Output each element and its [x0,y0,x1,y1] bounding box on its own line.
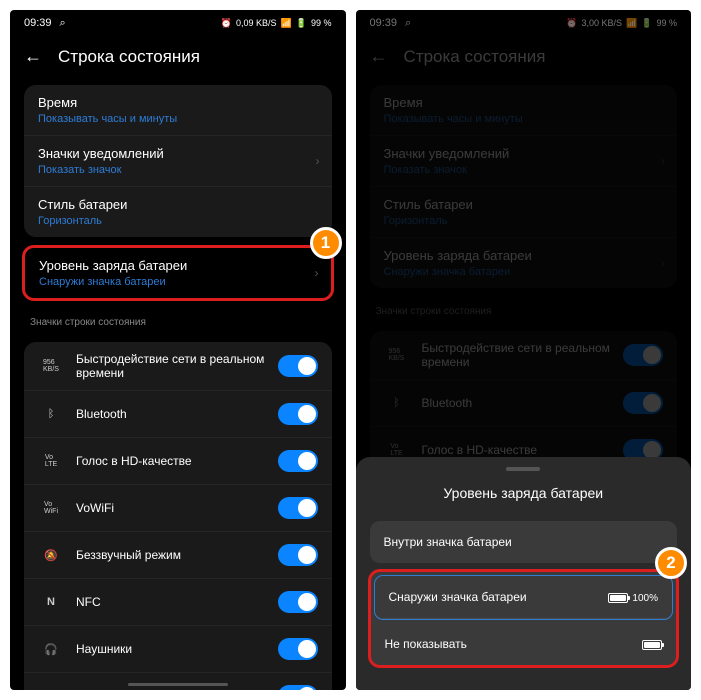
settings-card: Время Показывать часы и минуты Значки ув… [24,85,332,237]
alarm-icon: ⏰ [221,18,232,29]
section-label: Значки строки состояния [10,307,346,334]
toggle-switch[interactable] [278,638,318,660]
volte-icon: VoLTE [38,448,64,474]
toggle-switch[interactable] [278,497,318,519]
toggle-alarm[interactable]: ⏰ Будильник [24,673,332,690]
sheet-option-hide[interactable]: Не показывать [371,623,677,665]
sheet-option-inside[interactable]: Внутри значка батареи [370,521,678,563]
step-badge-2: 2 [655,547,687,579]
battery-preview [642,637,662,651]
vowifi-icon: VoWiFi [38,495,64,521]
status-bar: 09:39 ⌕ ⏰ 0,09 KB/S 📶 🔋 99 % [10,10,346,36]
net-speed: 0,09 KB/S [236,18,277,28]
page-title: Строка состояния [58,47,200,67]
toggle-nfc[interactable]: N NFC [24,579,332,626]
search-icon: ⌕ [60,17,66,30]
sheet-handle[interactable] [506,467,540,471]
signal-icon: 📶 [281,18,292,29]
chevron-right-icon: › [316,154,320,168]
toggle-switch[interactable] [278,544,318,566]
toggle-switch[interactable] [278,450,318,472]
bluetooth-icon: ᛒ [38,401,64,427]
alarm-icon: ⏰ [38,683,64,690]
bottom-sheet: Уровень заряда батареи Внутри значка бат… [356,457,692,690]
toggle-switch[interactable] [278,591,318,613]
nfc-icon: N [38,589,64,615]
setting-time[interactable]: Время Показывать часы и минуты [24,85,332,136]
toggle-vowifi[interactable]: VoWiFi VoWiFi [24,485,332,532]
battery-preview: 100% [608,590,658,604]
battery-icon: 🔋 [296,18,307,29]
headphones-icon: 🎧 [38,636,64,662]
battery-pct: 99 % [311,18,332,28]
toggle-hd-voice[interactable]: VoLTE Голос в HD-качестве [24,438,332,485]
toggle-silent[interactable]: 🔕 Беззвучный режим [24,532,332,579]
nav-bar [128,683,228,686]
setting-notif-icons[interactable]: Значки уведомлений Показать значок › [24,136,332,187]
toggle-switch[interactable] [278,355,318,377]
toggle-headphones[interactable]: 🎧 Наушники [24,626,332,673]
toggle-switch[interactable] [278,685,318,690]
setting-battery-style[interactable]: Стиль батареи Горизонталь [24,187,332,237]
step-badge-1: 1 [310,227,342,259]
bell-off-icon: 🔕 [38,542,64,568]
header: ← Строка состояния [10,36,346,77]
phone-left: 09:39 ⌕ ⏰ 0,09 KB/S 📶 🔋 99 % ← Строка со… [10,10,346,690]
toggles-card: 956KB/S Быстродействие сети в реальном в… [24,342,332,690]
chevron-right-icon: › [315,266,319,280]
toggle-bluetooth[interactable]: ᛒ Bluetooth [24,391,332,438]
sheet-title: Уровень заряда батареи [356,481,692,515]
phone-right: 09:39 ⌕ ⏰ 3,00 KB/S 📶 🔋 99 % ← Строка со… [356,10,692,690]
setting-battery-level[interactable]: Уровень заряда батареи Снаружи значка ба… [25,248,331,298]
status-time: 09:39 [24,17,52,29]
toggle-switch[interactable] [278,403,318,425]
highlight-battery-level: Уровень заряда батареи Снаружи значка ба… [22,245,334,301]
sheet-option-outside[interactable]: Снаружи значка батареи 100% [375,576,673,619]
toggle-net-speed[interactable]: 956KB/S Быстродействие сети в реальном в… [24,342,332,391]
speed-icon: 956KB/S [38,353,64,379]
back-icon[interactable]: ← [24,46,42,67]
highlight-sheet-options: Снаружи значка батареи 100% Не показыват… [368,569,680,668]
